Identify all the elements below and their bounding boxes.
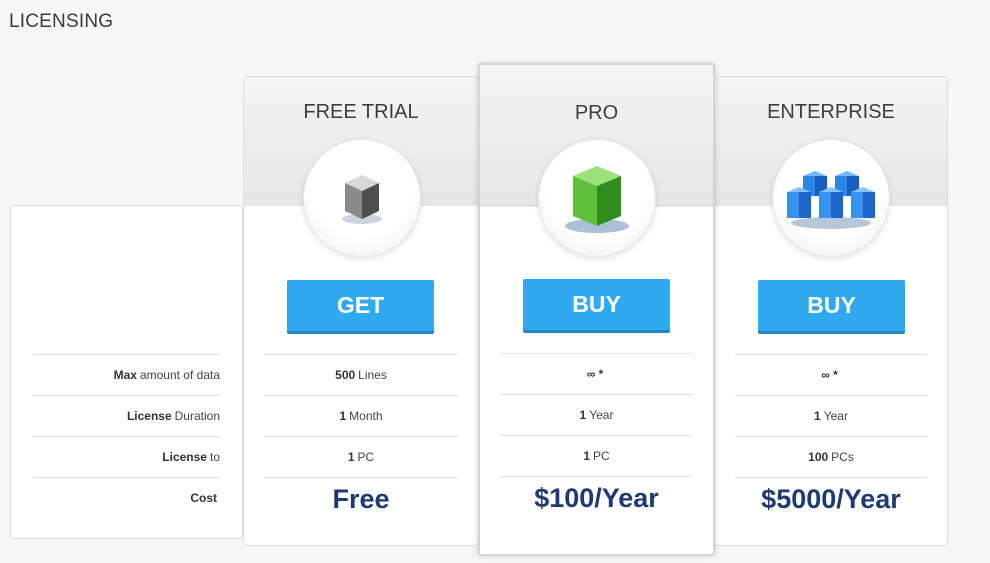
pro-license-to-cell: 1 PC	[500, 435, 693, 476]
feature-labels-column: Max amount of data License Duration Licens…	[10, 205, 243, 539]
enterprise-license-to-cell: 100 PCs	[735, 436, 927, 477]
buy-pro-button[interactable]: BUY	[523, 279, 670, 333]
free-duration-cell: 1 Month	[264, 395, 458, 436]
label-license-to: License to	[33, 436, 220, 477]
plan-enterprise: ENTERPRISE BUY ∞ * 1 Year 100 PCs $5000/…	[714, 76, 948, 546]
plan-name: ENTERPRISE	[767, 101, 895, 123]
label-license-duration: License Duration	[33, 395, 220, 436]
plan-icon-circle	[772, 139, 890, 257]
free-license-to-cell: 1 PC	[264, 436, 458, 477]
plan-pro: PRO BUY ∞ * 1 Year 1 PC $100/Year	[478, 63, 715, 556]
free-price: Free	[264, 477, 458, 515]
label-max-data: Max amount of data	[33, 354, 220, 395]
pro-data-cell: ∞ *	[500, 353, 693, 394]
green-cube-icon	[565, 166, 629, 233]
label-cost: Cost	[33, 477, 220, 518]
plan-name: FREE TRIAL	[303, 101, 419, 123]
pro-duration-cell: 1 Year	[500, 394, 693, 435]
get-free-trial-button[interactable]: GET	[287, 280, 434, 334]
free-data-cell: 500 Lines	[264, 354, 458, 395]
buy-enterprise-button[interactable]: BUY	[758, 280, 905, 334]
pro-price: $100/Year	[500, 476, 693, 514]
enterprise-duration-cell: 1 Year	[735, 395, 927, 436]
page-title: LICENSING	[9, 11, 114, 32]
enterprise-price: $5000/Year	[735, 477, 927, 515]
enterprise-data-cell: ∞ *	[735, 354, 927, 395]
plan-icon-circle	[538, 139, 656, 257]
plan-name: PRO	[574, 102, 619, 124]
plan-free-trial: FREE TRIAL GET 500 Lines 1 Month 1 PC Free	[243, 76, 479, 546]
gray-cube-icon	[342, 175, 382, 224]
plan-icon-circle	[303, 139, 421, 257]
blue-cubes-icon	[787, 171, 875, 229]
